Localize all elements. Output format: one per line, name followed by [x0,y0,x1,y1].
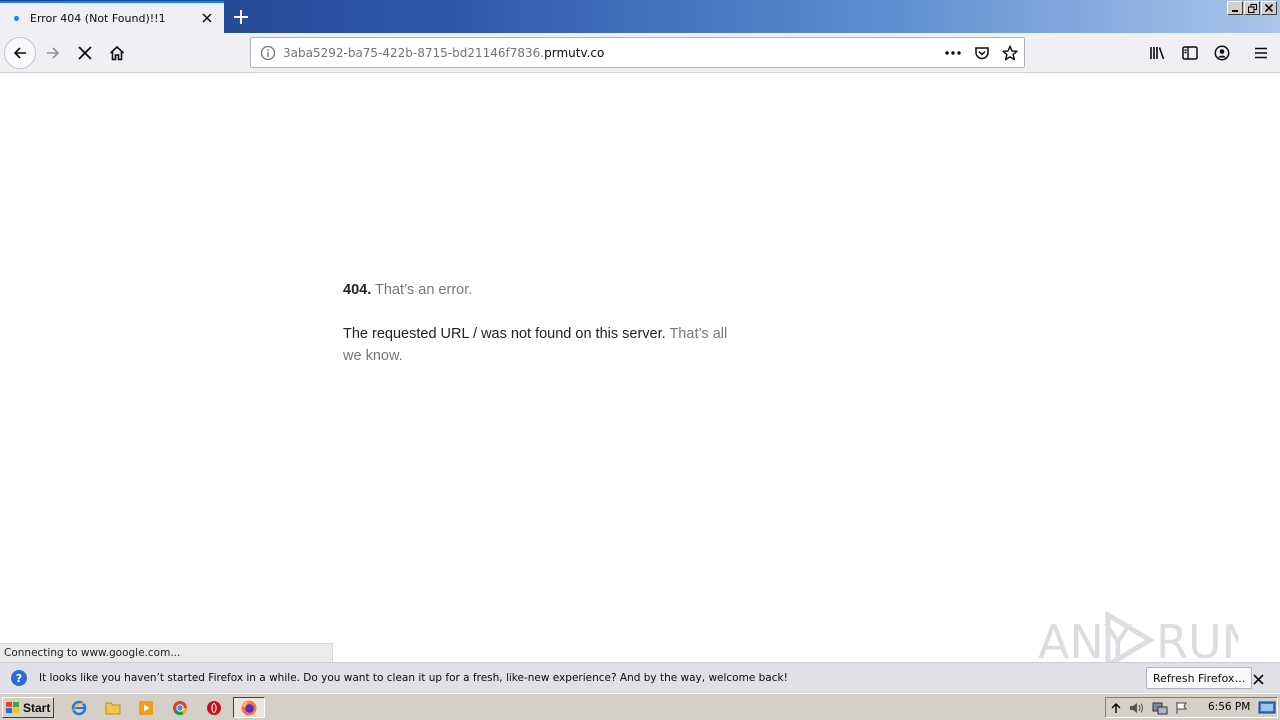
minimize-button[interactable] [1227,1,1243,15]
action-center-flag-icon[interactable] [1175,701,1189,715]
account-button[interactable] [1206,37,1238,69]
taskbar-firefox-button[interactable] [233,697,265,718]
menu-button[interactable] [1245,37,1277,69]
arrow-right-icon [47,47,60,59]
internet-explorer-icon[interactable] [69,698,89,718]
hamburger-icon [1255,47,1267,59]
pocket-icon[interactable] [972,44,992,62]
network-icon[interactable] [1152,701,1168,715]
url-prefix: 3aba5292-ba75-422b-8715-bd21146f7836. [283,46,545,60]
status-bar: Connecting to www.google.com... [0,643,333,662]
sidebar-icon [1182,46,1198,60]
close-icon[interactable] [199,10,215,26]
opera-icon[interactable] [204,698,224,718]
library-icon [1150,47,1165,60]
error-message-block: 404. That’s an error. The requested URL … [343,279,743,389]
library-button[interactable] [1142,37,1174,69]
tab-strip: Error 404 (Not Found)!!1 [0,0,1280,33]
window-controls [1227,1,1277,15]
notification-bar: ? It looks like you haven’t started Fire… [0,662,1280,693]
svg-text:RUN: RUN [1156,615,1238,669]
navigation-toolbar: 3aba5292-ba75-422b-8715-bd21146f7836.prm… [0,33,1280,73]
url-host: prmutv.co [544,46,605,60]
question-icon: ? [11,670,27,686]
clock: 6:56 PM [1208,701,1251,713]
new-tab-button[interactable] [229,5,253,29]
back-button[interactable] [4,37,36,69]
start-button[interactable]: Start [2,697,54,718]
tab-active[interactable]: Error 404 (Not Found)!!1 [0,1,224,33]
home-button[interactable] [101,37,133,69]
notification-message: It looks like you haven’t started Firefo… [39,672,788,684]
plus-icon [234,10,248,24]
sidebar-button[interactable] [1174,37,1206,69]
volume-icon[interactable] [1129,701,1145,715]
forward-button[interactable] [37,37,69,69]
error-code: 404. [343,282,372,298]
refresh-firefox-button[interactable]: Refresh Firefox… [1146,667,1253,689]
page-actions-icon[interactable] [943,44,963,62]
notification-close-icon[interactable] [1250,671,1266,687]
error-title: That’s an error. [375,282,473,298]
restore-button[interactable] [1244,1,1260,15]
stop-icon [78,46,92,60]
bookmark-star-icon[interactable] [1000,44,1020,62]
tab-title: Error 404 (Not Found)!!1 [30,11,166,25]
start-label: Start [23,700,51,715]
media-player-icon[interactable] [136,698,156,718]
home-icon [109,45,125,61]
url-bar[interactable]: 3aba5292-ba75-422b-8715-bd21146f7836.prm… [250,37,1025,68]
chrome-icon[interactable] [170,698,190,718]
page-content: 404. That’s an error. The requested URL … [0,74,1280,643]
anyrun-watermark-logo: ANY RUN [1038,610,1238,670]
window-close-button[interactable] [1261,1,1277,15]
error-description: The requested URL / was not found on thi… [343,326,666,342]
windows-logo-icon [6,701,19,713]
system-tray [1105,697,1278,718]
show-desktop-icon[interactable] [1258,701,1276,715]
tray-expand-icon[interactable] [1111,702,1121,714]
file-explorer-icon[interactable] [103,698,123,718]
stop-button[interactable] [69,37,101,69]
info-icon[interactable] [260,45,276,61]
url-text[interactable]: 3aba5292-ba75-422b-8715-bd21146f7836.prm… [283,46,604,60]
taskbar: Start 6:56 PM [0,693,1280,720]
arrow-left-icon [13,47,26,59]
account-icon [1214,45,1230,61]
tab-loading-icon [8,10,24,26]
firefox-icon [241,700,257,715]
